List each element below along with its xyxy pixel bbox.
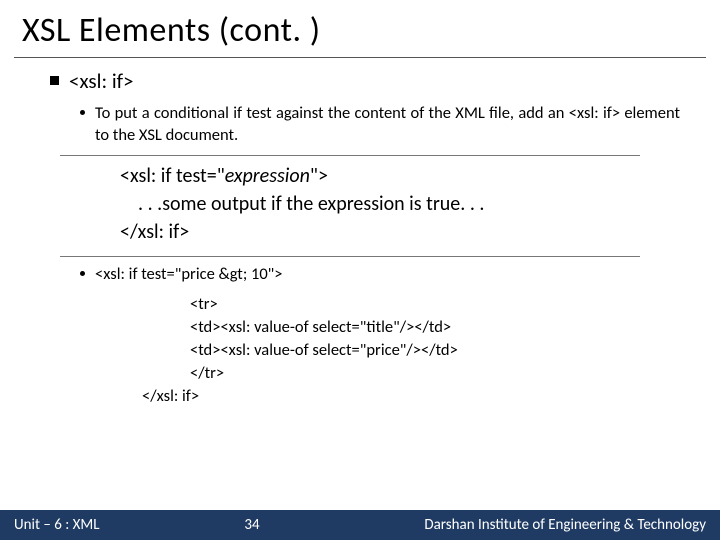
syntax-block: <xsl: if test="expression"> . . .some ou… <box>120 162 680 246</box>
code-line-1: <xsl: if test="price &gt; 10"> <box>95 263 283 285</box>
round-bullet-icon <box>80 110 85 115</box>
sub-item-2: <xsl: if test="price &gt; 10"> <box>80 263 680 285</box>
syntax-open-end: "> <box>310 164 328 188</box>
syntax-body: . . .some output if the expression is tr… <box>138 190 680 218</box>
code-line-6: </xsl: if> <box>142 385 680 408</box>
square-bullet-icon <box>50 76 59 85</box>
round-bullet-icon <box>80 271 85 276</box>
bullet-text-1: <xsl: if> <box>69 68 134 94</box>
footer-page-number: 34 <box>100 516 405 534</box>
footer-unit: Unit – 6 : XML <box>14 516 100 534</box>
code-line-5: </tr> <box>190 362 680 385</box>
code-line-4: <td><xsl: value-of select="price"/></td> <box>190 339 680 362</box>
slide-title: XSL Elements (cont. ) <box>0 0 720 57</box>
syntax-divider-top <box>60 155 640 156</box>
footer-institute: Darshan Institute of Engineering & Techn… <box>424 516 706 534</box>
syntax-expression: expression <box>225 164 310 188</box>
code-line-3: <td><xsl: value-of select="title"/></td> <box>190 316 680 339</box>
syntax-close: </xsl: if> <box>120 218 680 246</box>
content-area: <xsl: if> To put a conditional if test a… <box>0 68 720 408</box>
syntax-open: <xsl: if test=" <box>120 164 225 188</box>
code-line-2: <tr> <box>190 293 680 316</box>
syntax-divider-bottom <box>60 256 640 257</box>
syntax-open-line: <xsl: if test="expression"> <box>120 162 680 190</box>
desc-text-1: To put a conditional if test against the… <box>95 102 680 147</box>
footer-bar: Unit – 6 : XML 34 Darshan Institute of E… <box>0 510 720 540</box>
sub-item-1: To put a conditional if test against the… <box>80 102 680 147</box>
code-block: <tr> <td><xsl: value-of select="title"/>… <box>142 293 680 408</box>
bullet-item-1: <xsl: if> <box>50 68 680 94</box>
title-divider <box>14 57 706 58</box>
